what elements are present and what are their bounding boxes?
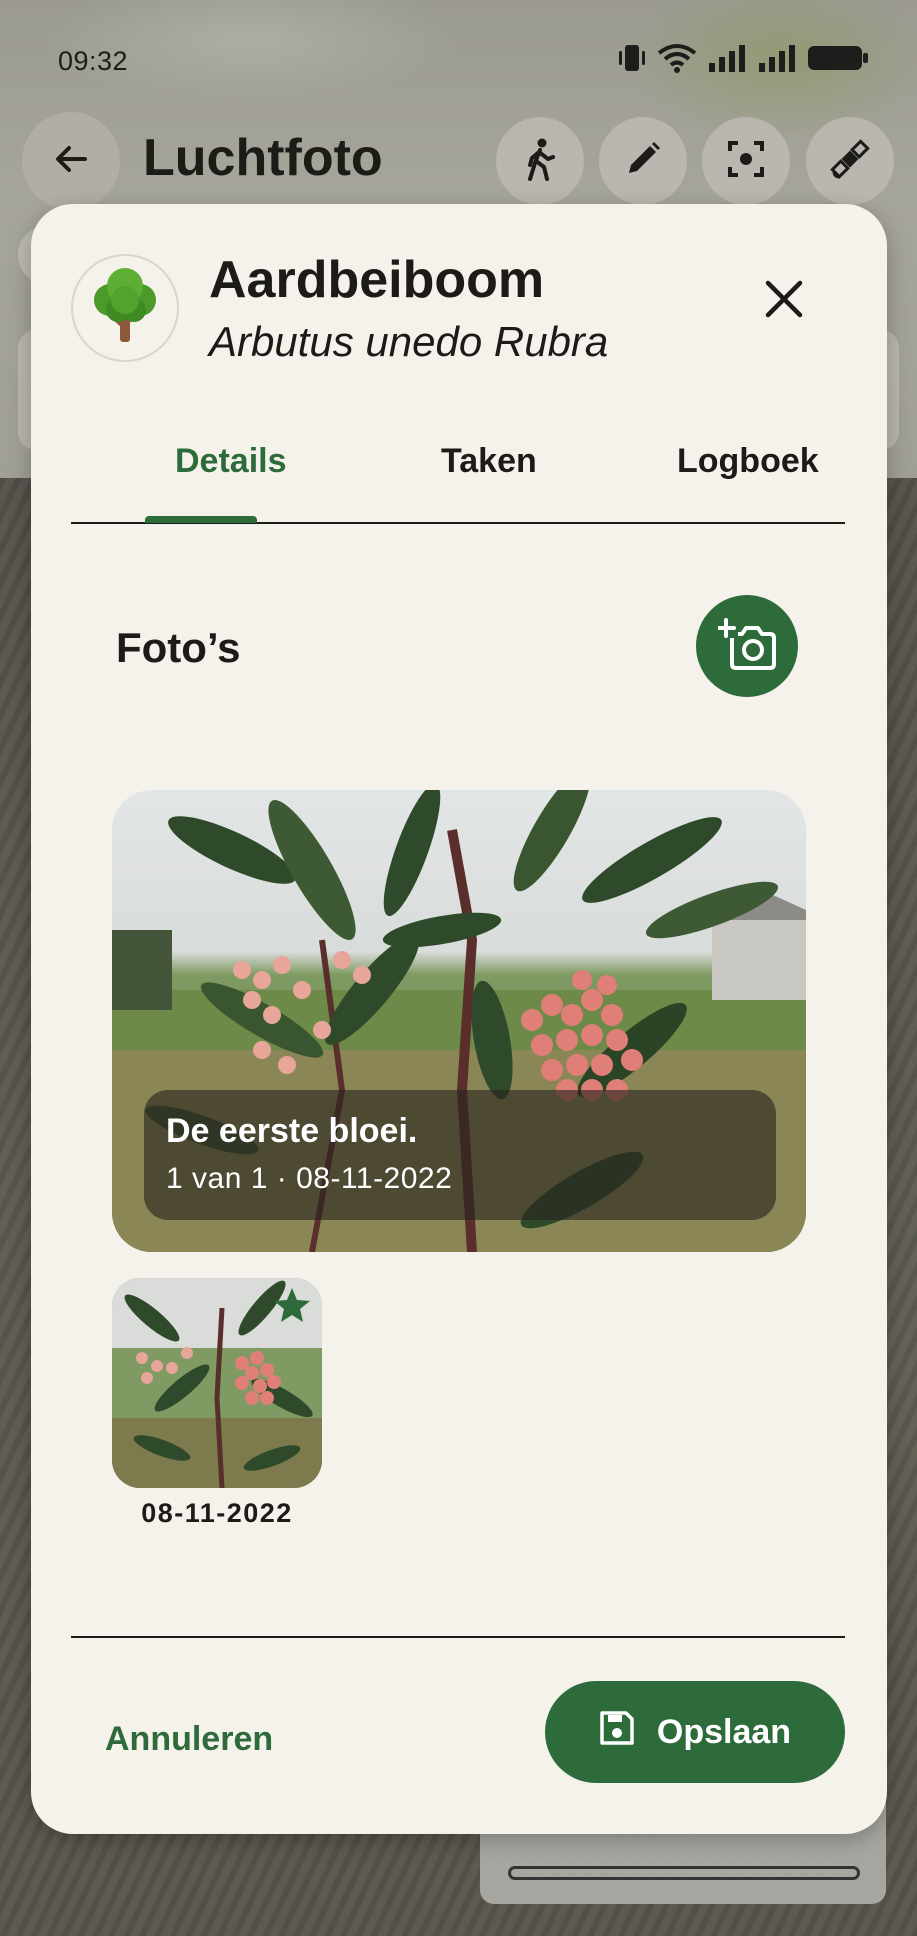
tab-details[interactable]: Details <box>175 442 287 481</box>
vibrate-icon <box>617 42 647 74</box>
plant-latin-name: Arbutus unedo Rubra <box>209 318 609 365</box>
tab-bar: Details Taken Logboek <box>71 426 845 524</box>
add-photo-button[interactable] <box>696 595 798 697</box>
thumbnail-date: 08-11-2022 <box>141 1498 293 1528</box>
plant-name: Aardbeiboom <box>209 251 545 309</box>
pencil-icon <box>623 139 663 184</box>
favorite-star-icon <box>272 1286 312 1324</box>
satellite-button[interactable] <box>806 117 894 205</box>
walk-mode-button[interactable] <box>496 117 584 205</box>
close-icon <box>764 279 804 324</box>
focus-icon <box>726 139 766 184</box>
battery-icon <box>807 43 869 73</box>
cancel-button[interactable]: Annuleren <box>101 1704 277 1774</box>
signal-icon <box>707 43 747 73</box>
active-tab-indicator <box>145 516 257 523</box>
tab-logboek[interactable]: Logboek <box>677 442 819 481</box>
back-button[interactable] <box>22 112 120 210</box>
plant-details-dialog: Aardbeiboom Arbutus unedo Rubra Details … <box>31 204 887 1834</box>
photos-section-title: Foto’s <box>116 624 241 671</box>
add-photo-icon <box>716 617 776 675</box>
photo-caption-title: De eerste bloei. <box>166 1112 418 1150</box>
tab-taken[interactable]: Taken <box>441 442 537 481</box>
status-bar: 09:32 <box>0 0 917 120</box>
tree-icon <box>88 266 162 351</box>
arrow-left-icon <box>51 139 91 184</box>
page-title: Luchtfoto <box>143 129 383 187</box>
plant-avatar <box>71 254 179 362</box>
map-scale-bar <box>508 1866 860 1880</box>
hero-photo[interactable]: De eerste bloei. 1 van 1 · 08-11-2022 <box>112 790 806 1252</box>
save-button[interactable]: Opslaan <box>545 1681 845 1783</box>
save-icon <box>599 1710 635 1755</box>
edit-button[interactable] <box>599 117 687 205</box>
status-time: 09:32 <box>58 46 129 76</box>
satellite-icon <box>828 137 872 186</box>
photo-caption-meta: 1 van 1 · 08-11-2022 <box>166 1162 453 1195</box>
close-button[interactable] <box>751 268 817 334</box>
walk-icon <box>520 137 560 186</box>
focus-button[interactable] <box>702 117 790 205</box>
wifi-icon <box>657 43 697 73</box>
photo-thumbnail[interactable] <box>112 1278 322 1488</box>
status-icons <box>617 42 869 74</box>
footer-divider <box>71 1636 845 1638</box>
photo-caption: De eerste bloei. 1 van 1 · 08-11-2022 <box>144 1090 776 1220</box>
save-button-label: Opslaan <box>656 1712 792 1751</box>
signal-icon <box>757 43 797 73</box>
